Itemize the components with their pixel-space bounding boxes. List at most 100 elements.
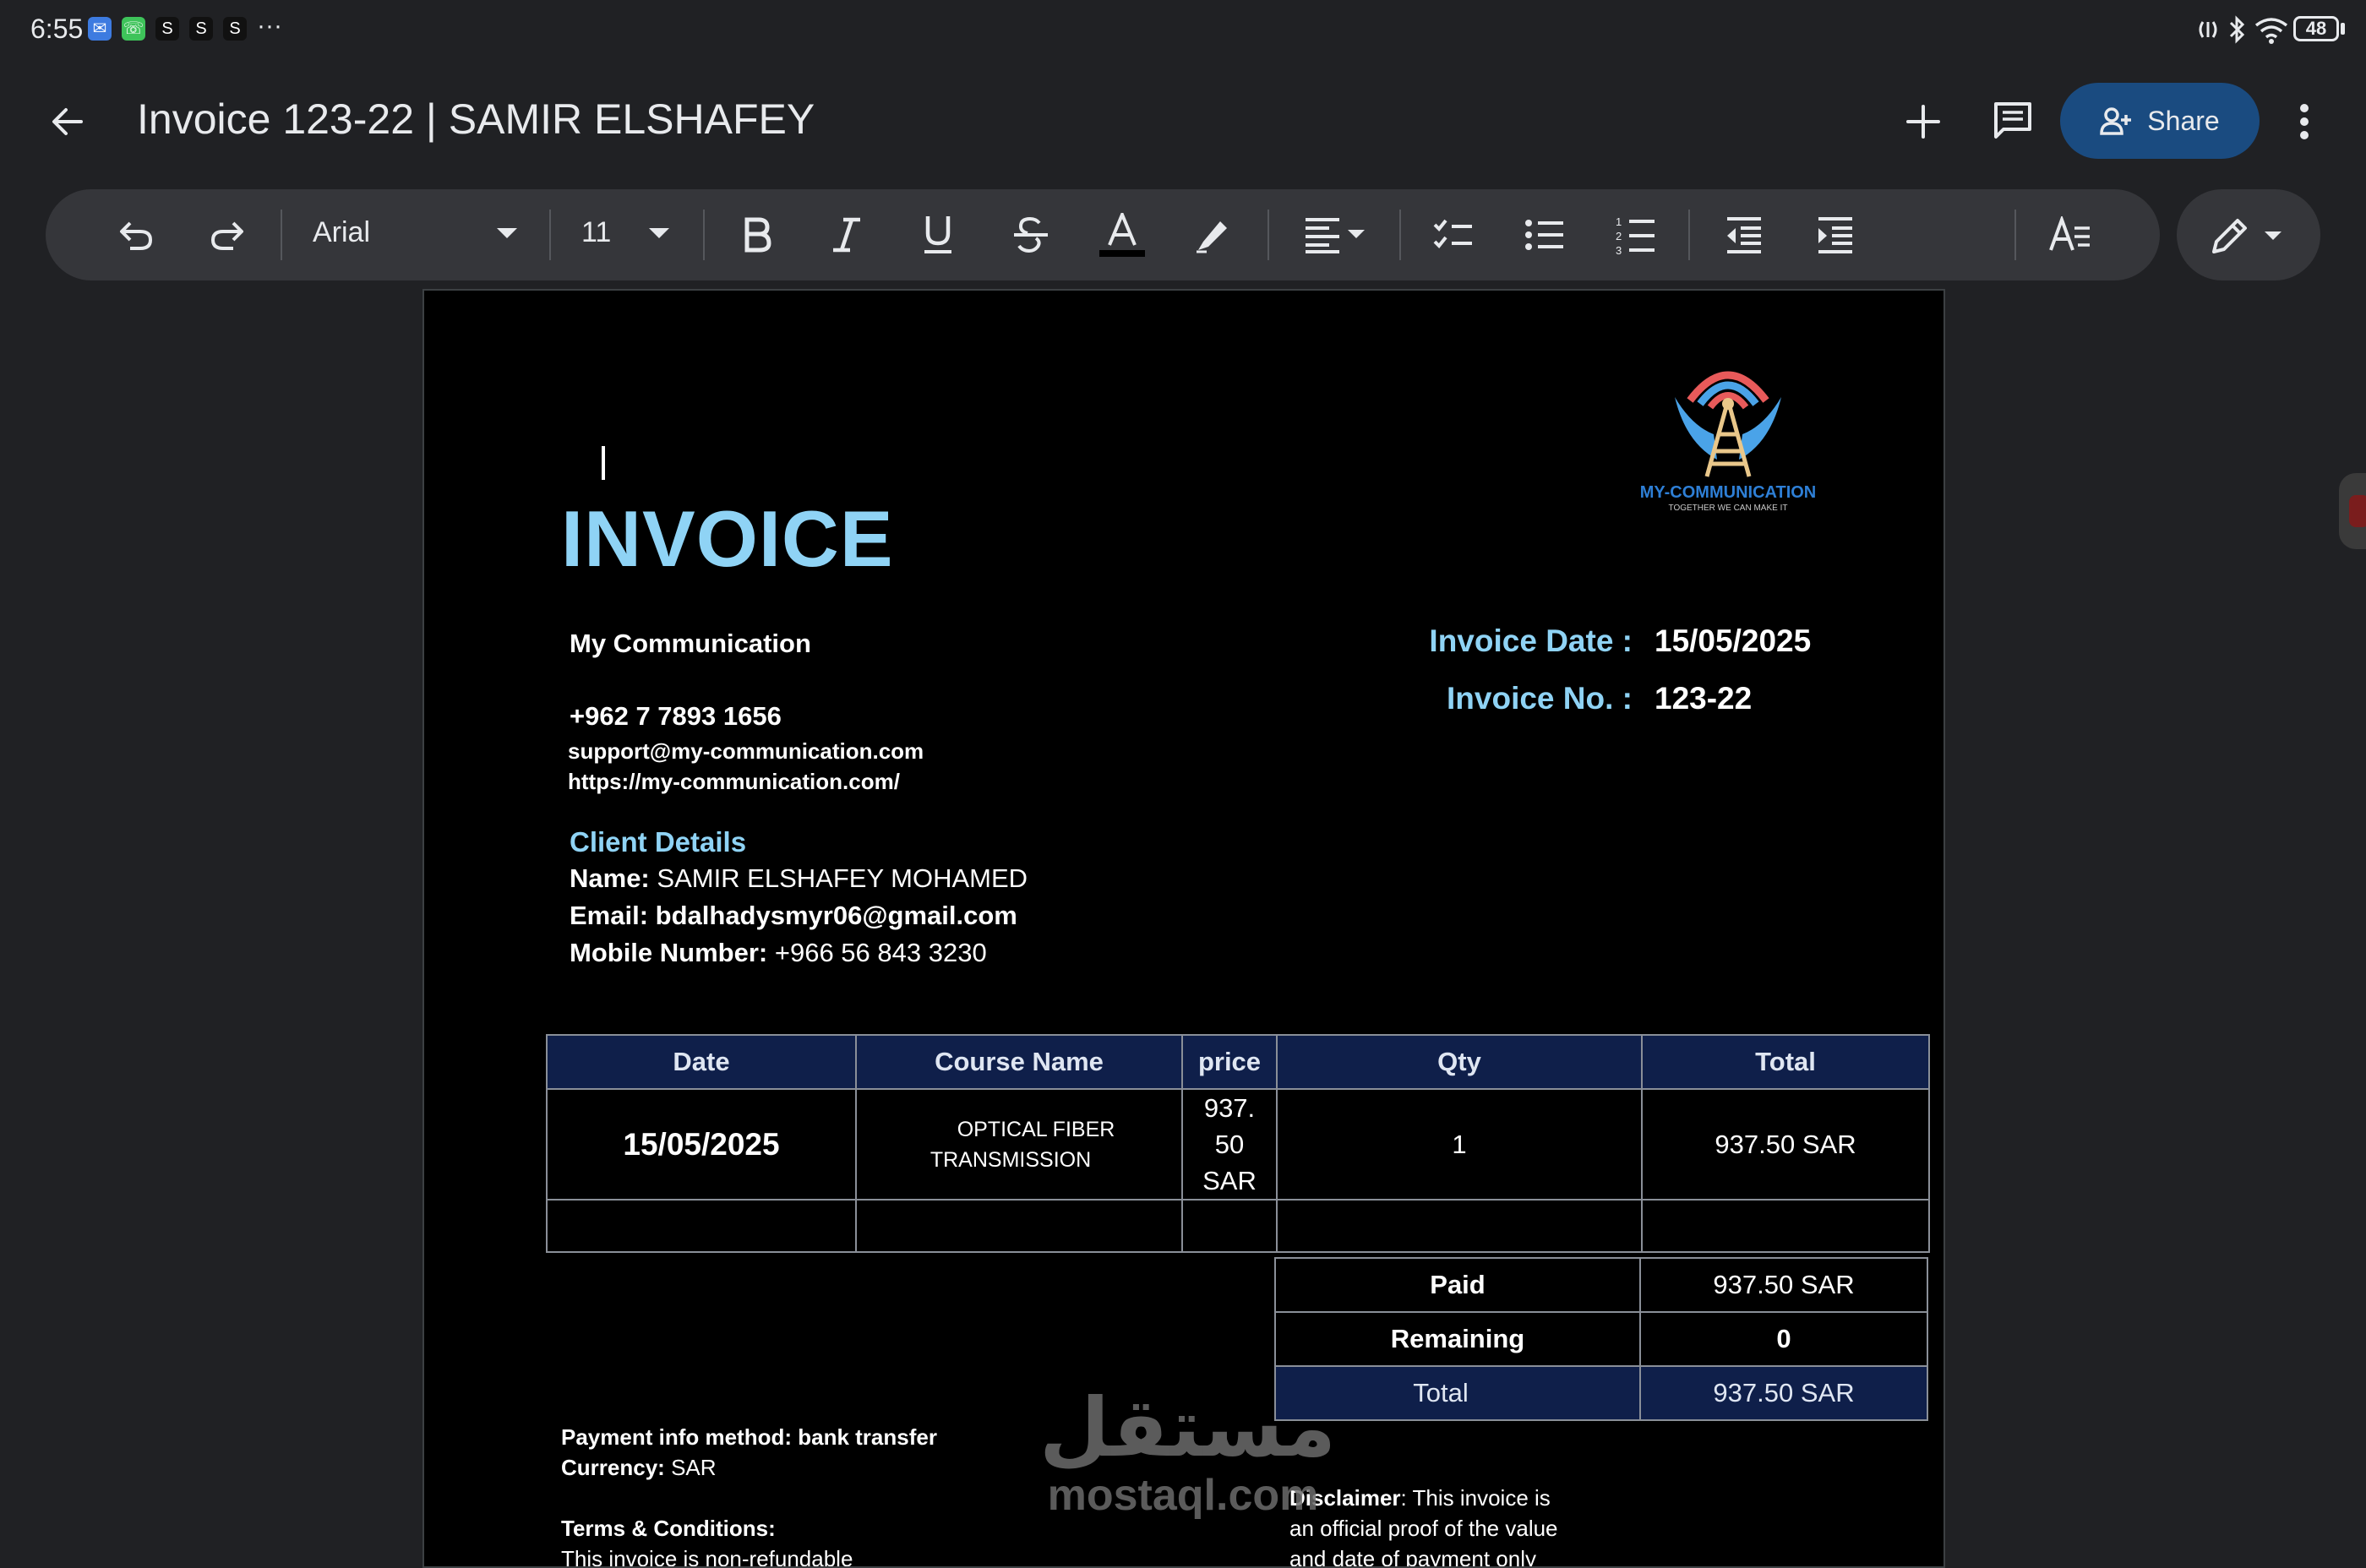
strikethrough-icon [1014,216,1048,253]
watermark-latin: mostaql.com [1047,1471,1319,1520]
disclaimer-line-2: an official proof of the value [1289,1516,1558,1541]
increase-indent-icon [1818,217,1852,253]
italic-icon [833,217,860,253]
highlight-color-button[interactable] [1181,203,1246,267]
more-notifications-icon: ··· [257,12,282,40]
company-website: https://my-communication.com/ [568,769,900,794]
watermark-arabic: مستقل [1039,1380,1337,1475]
toolbar-divider [2014,210,2016,260]
mostaql-watermark: مستقل mostaql.com [1039,1380,1337,1521]
insert-button[interactable] [1893,95,1954,149]
document-page[interactable]: MY-COMMUNICATION TOGETHER WE CAN MAKE IT… [422,289,1945,1568]
items-table: Date Course Name price Qty Total 15/05/2… [546,1034,1930,1253]
plus-icon [1906,105,1940,139]
summary-row-paid: Paid 937.50 SAR [1274,1257,1928,1313]
toolbar-divider [1399,210,1401,260]
empty-cell [855,1199,1183,1253]
summary-row-remaining: Remaining 0 [1274,1311,1928,1367]
empty-cell [1641,1199,1930,1253]
more-options-button[interactable] [2287,95,2322,149]
align-left-icon [1306,218,1365,253]
invoice-number-label: Invoice No. : [1447,681,1633,716]
table-header-row: Date Course Name price Qty Total [546,1034,1930,1090]
client-name-label: Name: [570,863,650,893]
strikethrough-button[interactable] [999,203,1063,267]
remaining-label: Remaining [1274,1311,1641,1367]
bulleted-list-button[interactable] [1513,203,1577,267]
price-line-3: SAR [1202,1166,1257,1195]
terms-heading: Terms & Conditions: [561,1516,776,1541]
font-family-dropdown[interactable]: Arial [296,203,524,267]
decrease-indent-button[interactable] [1712,203,1776,267]
table-row: 15/05/2025 OPTICAL FIBER TRANSMISSION 93… [546,1088,1930,1200]
font-size-dropdown[interactable]: 11 [564,203,674,267]
toolbar-divider [281,210,282,260]
terms-text: This invoice is non-refundable [561,1546,853,1568]
svg-text:2: 2 [1616,230,1622,242]
table-row-empty [546,1199,1930,1253]
remaining-value: 0 [1639,1311,1928,1367]
client-mobile-label: Mobile Number: [570,938,768,967]
client-name-value: SAMIR ELSHAFEY MOHAMED [657,863,1028,893]
more-vert-icon [2300,104,2309,139]
comments-button[interactable] [1982,93,2043,149]
pencil-icon [2212,219,2282,253]
text-format-button[interactable] [2038,203,2102,267]
decrease-indent-icon [1727,217,1761,253]
italic-button[interactable] [815,203,879,267]
checklist-button[interactable] [1421,203,1486,267]
redo-button[interactable] [194,203,259,267]
underline-icon [924,216,951,253]
course-line-1: OPTICAL FIBER [957,1117,1115,1141]
logo-company-name: MY-COMMUNICATION [1639,483,1817,502]
underline-button[interactable] [906,203,970,267]
caret-down-icon [497,228,517,238]
currency-label: Currency: [561,1455,665,1480]
floating-side-handle[interactable] [2339,473,2366,549]
svg-text:3: 3 [1616,244,1622,255]
status-bar: 6:55 ✉ ☏ S S S ··· 48 [0,0,2366,61]
align-dropdown[interactable] [1293,203,1377,267]
client-details-heading: Client Details [570,826,747,858]
battery-tip [2341,23,2345,35]
editing-mode-button[interactable] [2202,203,2295,267]
share-label: Share [2147,105,2220,136]
font-size-value: 11 [581,216,612,248]
disclaimer-line-3: and date of payment only [1289,1546,1536,1568]
back-button[interactable] [41,95,95,149]
undo-icon [120,221,153,250]
s-app-icon: S [155,17,179,41]
empty-cell [546,1199,857,1253]
disclaimer-text-1: : This invoice is [1400,1485,1551,1511]
company-phone: +962 7 7893 1656 [570,701,782,731]
price-line-1: 937. [1203,1093,1256,1123]
price-line-2: 50 [1214,1130,1245,1159]
s-app-icon: S [223,17,247,41]
total-value: 937.50 SAR [1639,1365,1928,1421]
payment-method: Payment info method: bank transfer [561,1424,937,1450]
bold-icon [744,217,771,253]
text-color-button[interactable] [1090,203,1154,267]
disclaimer-line-1: Disclaimer: This invoice is [1289,1485,1551,1511]
add-person-icon [2100,107,2132,135]
toolbar-divider [1268,210,1269,260]
share-button[interactable]: Share [2060,83,2260,159]
header-qty: Qty [1276,1034,1643,1090]
bold-button[interactable] [725,203,789,267]
increase-indent-button[interactable] [1803,203,1867,267]
numbered-list-button[interactable]: 1 2 3 [1604,203,1668,267]
status-time: 6:55 [30,14,84,44]
header-date: Date [546,1034,857,1090]
empty-cell [1181,1199,1278,1253]
svg-text:1: 1 [1616,215,1622,228]
undo-button[interactable] [105,203,169,267]
company-email: support@my-communication.com [568,738,924,764]
paid-value: 937.50 SAR [1639,1257,1928,1313]
document-title[interactable]: Invoice 123-22 | SAMIR ELSHAFEY [137,95,815,144]
toolbar-divider [1688,210,1690,260]
client-name-line: Name: SAMIR ELSHAFEY MOHAMED [570,863,1028,894]
header-price: price [1181,1034,1278,1090]
text-color-icon [1099,213,1145,257]
client-mobile-line: Mobile Number: +966 56 843 3230 [570,938,987,968]
currency-line: Currency: SAR [561,1455,717,1481]
